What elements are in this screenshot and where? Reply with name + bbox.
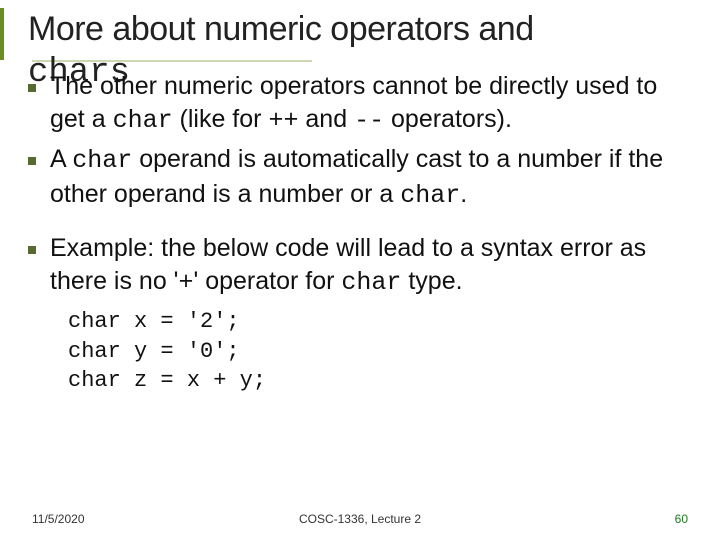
text-run: .	[460, 180, 467, 208]
text-run: operand is automatically cast to a numbe…	[50, 145, 663, 208]
bullet-text: A char operand is automatically cast to …	[50, 143, 692, 212]
spacer	[28, 218, 692, 232]
title-accent-bar	[0, 8, 4, 60]
bullet-icon	[28, 84, 36, 92]
code-block: char x = '2'; char y = '0'; char z = x +…	[68, 307, 692, 396]
title-text: More about numeric operators and	[28, 10, 534, 48]
bullet-item: The other numeric operators cannot be di…	[28, 70, 692, 137]
bullet-item: A char operand is automatically cast to …	[28, 143, 692, 212]
slide-footer: 11/5/2020 COSC-1336, Lecture 2 60	[0, 512, 720, 526]
code-line: char y = '0';	[68, 337, 692, 367]
text-run: type.	[401, 267, 462, 295]
text-run: ' operator for	[193, 267, 341, 295]
slide: More about numeric operators and chars T…	[0, 0, 720, 540]
slide-title: More about numeric operators and	[28, 10, 692, 49]
slide-content: The other numeric operators cannot be di…	[28, 70, 692, 396]
code-inline: --	[354, 106, 384, 135]
footer-course: COSC-1336, Lecture 2	[299, 512, 421, 526]
bullet-icon	[28, 246, 36, 254]
bullet-icon	[28, 157, 36, 165]
title-area: More about numeric operators and	[28, 0, 692, 49]
code-inline: ++	[268, 106, 298, 135]
text-run: and	[298, 105, 354, 133]
text-run: (like for	[173, 105, 269, 133]
text-run: A	[50, 145, 72, 173]
footer-date: 11/5/2020	[32, 512, 85, 526]
text-run: operators).	[384, 105, 512, 133]
bullet-text: The other numeric operators cannot be di…	[50, 70, 692, 137]
footer-page-number: 60	[675, 512, 688, 526]
code-inline: +	[178, 268, 193, 297]
code-inline: char	[72, 146, 132, 175]
code-line: char x = '2';	[68, 307, 692, 337]
code-inline: char	[341, 268, 401, 297]
code-inline: char	[400, 181, 460, 210]
code-line: char z = x + y;	[68, 366, 692, 396]
bullet-text: Example: the below code will lead to a s…	[50, 232, 692, 299]
bullet-item: Example: the below code will lead to a s…	[28, 232, 692, 299]
code-inline: char	[113, 106, 173, 135]
